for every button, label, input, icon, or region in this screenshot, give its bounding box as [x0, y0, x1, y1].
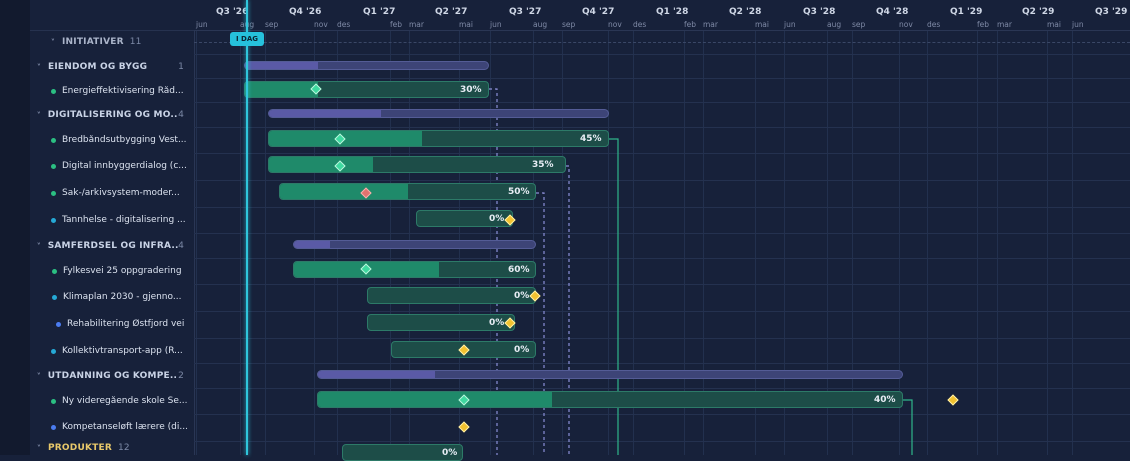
- initiative-label: Fylkesvei 25 oppgradering: [63, 266, 182, 276]
- group-progress-fill: [245, 62, 318, 69]
- initiative-label: Digital innbyggerdialog (c...: [62, 161, 187, 171]
- group-row[interactable]: ˅ INITIATIVER 11: [30, 30, 194, 54]
- group-label: DIGITALISERING OG MO...: [47, 110, 179, 120]
- progress-label: 50%: [508, 187, 530, 197]
- chevron-down-icon[interactable]: ˅: [34, 63, 44, 72]
- group-summary-bar[interactable]: [268, 109, 609, 118]
- initiative-label: Klimaplan 2030 - gjenno...: [63, 292, 182, 302]
- dependency-link: [566, 165, 570, 455]
- dependency-link: [903, 399, 913, 455]
- gantt-timeline[interactable]: Q3 '26 Q4 '26 Q1 '27 Q2 '27 Q3 '27 Q4 '27 Q1 '…: [194, 0, 1130, 461]
- initiative-label: Bredbåndsutbygging Vest...: [62, 135, 187, 145]
- group-label: SAMFERDSEL OG INFRA...: [47, 241, 179, 251]
- group-count: 11: [129, 37, 142, 47]
- status-dot: [56, 321, 61, 327]
- progress-label: 0%: [489, 318, 505, 328]
- progress-label: 0%: [442, 448, 458, 458]
- chevron-down-icon[interactable]: ˅: [34, 372, 44, 381]
- initiative-row[interactable]: Ny videregående skole Se...: [30, 388, 194, 414]
- initiative-row[interactable]: Sak-/arkivsystem-moder...: [30, 180, 194, 206]
- initiative-row[interactable]: Bredbåndsutbygging Vest...: [30, 127, 194, 153]
- chevron-down-icon[interactable]: ˅: [48, 38, 58, 47]
- group-row[interactable]: ˅ DIGITALISERING OG MO... 4: [30, 102, 194, 128]
- status-dot: [51, 163, 56, 169]
- status-dot: [51, 398, 56, 404]
- status-dot: [51, 88, 56, 94]
- progress-label: 0%: [514, 345, 530, 355]
- task-progress-fill: [280, 184, 408, 199]
- initiative-label: Rehabilitering Østfjord vei: [67, 319, 185, 329]
- sidebar-header: [30, 0, 194, 31]
- today-badge: I DAG: [230, 32, 264, 46]
- initiative-row[interactable]: Rehabilitering Østfjord vei: [30, 311, 194, 337]
- initiative-label: Ny videregående skole Se...: [62, 396, 188, 406]
- group-row[interactable]: ˅ UTDANNING OG KOMPE... 2: [30, 363, 194, 389]
- task-bar[interactable]: [268, 156, 566, 173]
- task-bar[interactable]: [268, 130, 609, 147]
- chevron-down-icon[interactable]: ˅: [34, 444, 44, 453]
- group-progress-fill: [269, 110, 381, 117]
- group-row[interactable]: ˅ PRODUKTER 12: [30, 441, 194, 455]
- group-progress-fill: [318, 371, 435, 378]
- group-label: INITIATIVER: [62, 37, 124, 47]
- group-progress-fill: [294, 241, 331, 248]
- group-label: PRODUKTER: [48, 443, 112, 453]
- task-progress-fill: [269, 157, 373, 172]
- progress-label: 60%: [508, 265, 530, 275]
- group-summary-bar[interactable]: [244, 61, 489, 70]
- initiative-row[interactable]: Klimaplan 2030 - gjenno...: [30, 284, 194, 310]
- status-dot: [51, 190, 56, 196]
- initiative-label: Tannhelse - digitalisering ...: [62, 215, 186, 225]
- chevron-down-icon[interactable]: ˅: [34, 111, 44, 120]
- initiative-label: Kollektivtransport-app (R...: [62, 346, 183, 356]
- initiative-row[interactable]: Fylkesvei 25 oppgradering: [30, 258, 194, 284]
- app-left-rail: [0, 0, 31, 455]
- initiative-label: Kompetanseløft lærere (di...: [62, 422, 188, 432]
- status-dot: [52, 294, 57, 300]
- dependency-link: [536, 192, 545, 455]
- task-bar[interactable]: [293, 261, 536, 278]
- status-dot: [51, 424, 56, 430]
- group-row[interactable]: ˅ SAMFERDSEL OG INFRA... 4: [30, 233, 194, 259]
- today-line: [246, 0, 248, 455]
- initiative-row[interactable]: Kollektivtransport-app (R...: [30, 338, 194, 364]
- group-count: 1: [178, 62, 184, 72]
- progress-label: 0%: [489, 214, 505, 224]
- task-bar[interactable]: [279, 183, 536, 200]
- initiative-row[interactable]: Kompetanseløft lærere (di...: [30, 414, 194, 440]
- initiative-row[interactable]: Tannhelse - digitalisering ...: [30, 207, 194, 233]
- group-count: 12: [117, 443, 130, 453]
- initiative-sidebar: ˅ INITIATIVER 11 ˅ EIENDOM OG BYGG 1 Energieff…: [30, 0, 195, 455]
- group-count: 2: [178, 371, 184, 381]
- group-summary-bar[interactable]: [293, 240, 536, 249]
- initiative-label: Sak-/arkivsystem-moder...: [62, 188, 180, 198]
- progress-label: 30%: [460, 85, 482, 95]
- progress-label: 0%: [514, 291, 530, 301]
- group-summary-bar[interactable]: [317, 370, 903, 379]
- initiative-row[interactable]: Digital innbyggerdialog (c...: [30, 153, 194, 179]
- status-dot: [51, 137, 56, 143]
- task-progress-fill: [245, 82, 318, 97]
- progress-label: 40%: [874, 395, 896, 405]
- status-dot: [52, 268, 57, 274]
- initiative-row[interactable]: Energieffektivisering Råd...: [30, 78, 194, 104]
- task-bar[interactable]: [367, 287, 536, 304]
- group-count: 4: [178, 241, 184, 251]
- progress-label: 35%: [532, 160, 554, 170]
- status-dot: [51, 348, 56, 354]
- progress-label: 45%: [580, 134, 602, 144]
- task-bar[interactable]: [317, 391, 903, 408]
- chevron-down-icon[interactable]: ˅: [34, 242, 44, 251]
- task-bar[interactable]: [244, 81, 489, 98]
- group-label: UTDANNING OG KOMPE...: [47, 371, 179, 381]
- group-count: 4: [178, 110, 184, 120]
- initiative-label: Energieffektivisering Råd...: [62, 86, 184, 96]
- task-progress-fill: [318, 392, 552, 407]
- group-row[interactable]: ˅ EIENDOM OG BYGG 1: [30, 54, 194, 80]
- status-dot: [51, 217, 56, 223]
- group-label: EIENDOM OG BYGG: [48, 62, 148, 72]
